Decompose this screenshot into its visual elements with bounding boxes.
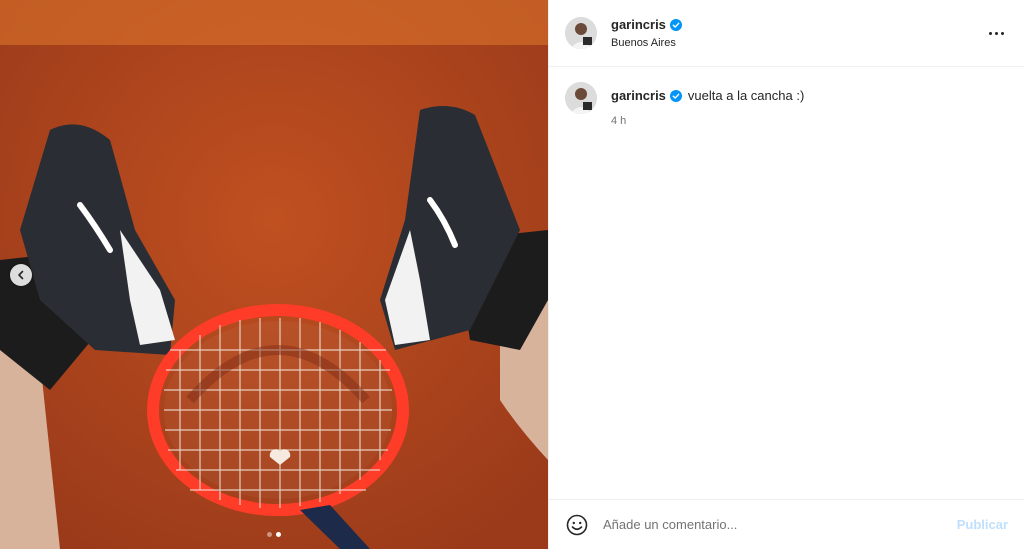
carousel-dot-active [276, 532, 281, 537]
username-link[interactable]: garincris [611, 17, 666, 32]
more-options-icon-dot [1000, 31, 1004, 35]
avatar-image [565, 82, 597, 114]
chevron-left-icon [18, 270, 24, 280]
post-photo [0, 0, 548, 549]
caption: garincris vuelta a la cancha :) 4 h [565, 82, 1008, 127]
post-details-panel: garincris Buenos Aires garincris vuelta … [548, 0, 1024, 549]
add-comment-bar: Publicar [549, 499, 1024, 549]
avatar-image [565, 17, 597, 49]
verified-badge-icon [669, 18, 682, 31]
post-timestamp[interactable]: 4 h [611, 115, 804, 127]
carousel-indicator [267, 532, 281, 537]
carousel-dot [267, 532, 272, 537]
more-options-icon [988, 31, 992, 35]
caption-line: garincris vuelta a la cancha :) [611, 88, 804, 103]
post-header: garincris Buenos Aires [549, 0, 1024, 67]
publish-button[interactable]: Publicar [957, 517, 1008, 532]
avatar[interactable] [565, 17, 597, 49]
more-options-icon-dot [994, 31, 998, 35]
caption-username-link[interactable]: garincris [611, 88, 666, 103]
caption-text: vuelta a la cancha :) [687, 88, 805, 103]
comments-section: garincris vuelta a la cancha :) 4 h [549, 67, 1024, 499]
header-text: garincris Buenos Aires [611, 17, 682, 49]
post-modal: garincris Buenos Aires garincris vuelta … [0, 0, 1024, 549]
carousel-prev-button[interactable] [10, 264, 32, 286]
more-options-button[interactable] [984, 21, 1008, 45]
emoji-icon[interactable] [565, 513, 589, 537]
verified-badge-icon [669, 89, 682, 102]
avatar[interactable] [565, 82, 597, 114]
username-row: garincris [611, 17, 682, 32]
caption-body: garincris vuelta a la cancha :) 4 h [611, 88, 804, 127]
location-link[interactable]: Buenos Aires [611, 37, 682, 49]
post-media [0, 0, 548, 549]
comment-input[interactable] [603, 517, 957, 532]
